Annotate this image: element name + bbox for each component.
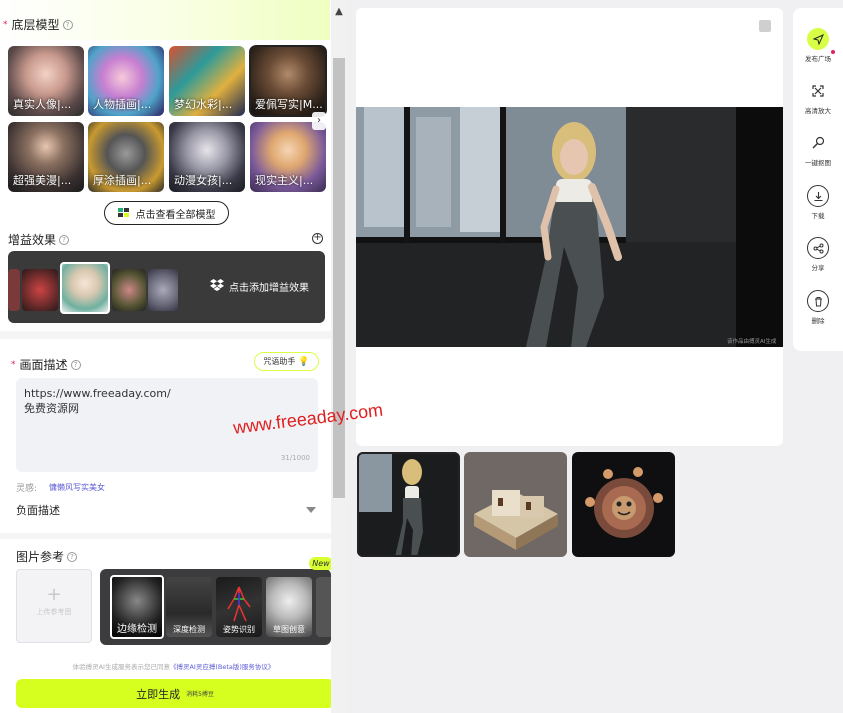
char-counter: 31/1000	[280, 454, 310, 462]
history-thumbnail-selected[interactable]	[357, 452, 460, 557]
chevron-right-icon[interactable]: ›	[312, 112, 326, 130]
model-card[interactable]: 动漫女孩|...	[169, 122, 245, 192]
boost-preview-card	[22, 269, 58, 311]
help-icon[interactable]: ?	[67, 551, 78, 562]
send-icon	[807, 28, 829, 50]
download-icon	[807, 185, 829, 207]
boost-preview-card	[60, 262, 110, 314]
grid-icon	[117, 208, 130, 218]
history-thumbnail[interactable]	[572, 452, 675, 557]
description-title: * 画面描述 ?	[11, 356, 81, 373]
model-card[interactable]: 真实人像|...	[8, 46, 84, 116]
trash-icon	[807, 290, 829, 312]
help-icon[interactable]: ?	[59, 234, 70, 245]
generated-image-art	[356, 107, 783, 347]
reference-title: 图片参考 ?	[16, 548, 78, 565]
boost-preview-card	[148, 269, 178, 311]
prompt-assistant-button[interactable]: 咒语助手 💡	[254, 352, 319, 371]
model-card[interactable]: 现实主义|...	[250, 122, 326, 192]
cutout-button[interactable]: 一键抠图	[793, 132, 843, 167]
control-modes: 边缘检测 深度检测 姿势识别 草图创意	[100, 569, 331, 645]
scroll-up-icon[interactable]: ▲	[331, 6, 347, 17]
fullscreen-icon[interactable]	[759, 20, 771, 32]
model-card-selected[interactable]: 爱佩写实|M...	[249, 45, 327, 117]
thumbnail-art	[464, 452, 567, 557]
control-edge-detect[interactable]: 边缘检测	[110, 575, 164, 639]
pose-skeleton-icon	[227, 586, 251, 622]
delete-button[interactable]: 删除	[793, 290, 843, 325]
upscale-button[interactable]: 高清放大	[793, 80, 843, 115]
boost-add-label: 点击添加增益效果	[210, 279, 309, 294]
upscale-icon	[807, 80, 829, 102]
agreement-link[interactable]: 《搏灵AI灵应搏(Beta版)服务协议》	[170, 663, 274, 671]
history-thumbnail[interactable]	[464, 452, 567, 557]
boost-preview-card	[8, 269, 20, 311]
generate-button[interactable]: 立即生成 消耗5搏豆	[16, 679, 334, 708]
control-pose-detect[interactable]: 姿势识别	[216, 577, 262, 637]
download-button[interactable]: 下载	[793, 185, 843, 220]
model-card[interactable]: 厚涂插画|...	[88, 122, 164, 192]
view-all-models-button[interactable]: 点击查看全部模型	[104, 201, 229, 225]
control-sketch[interactable]: 草图创意	[266, 577, 312, 637]
help-icon[interactable]: ?	[62, 19, 73, 30]
lightbulb-icon: 💡	[298, 356, 310, 367]
action-toolbar: 发布广场 高清放大 一键抠图 下载 分享 删除	[793, 8, 843, 351]
inspiration-label: 灵感:	[16, 484, 38, 494]
add-circle-icon[interactable]: +	[312, 233, 323, 244]
generated-image[interactable]	[356, 107, 783, 347]
negative-prompt-toggle[interactable]: 负面描述	[16, 502, 60, 518]
new-badge: New	[309, 557, 333, 570]
model-card[interactable]: 人物插画|...	[88, 46, 164, 116]
model-card[interactable]: 梦幻水彩|...	[169, 46, 245, 116]
upload-reference-button[interactable]: + 上传参考图	[16, 569, 92, 643]
base-model-title: * 底层模型 ?	[3, 16, 73, 33]
boost-effects-button[interactable]: 点击添加增益效果	[8, 251, 325, 323]
section-divider	[0, 533, 331, 539]
agreement-text: 体验搏灵AI生成服务表示您已同意《搏灵AI灵应搏(Beta版)服务协议》	[72, 663, 275, 671]
help-icon[interactable]: ?	[70, 359, 81, 370]
thumbnail-art	[572, 452, 675, 557]
caret-down-icon[interactable]	[306, 507, 316, 513]
notification-dot	[831, 50, 835, 54]
share-button[interactable]: 分享	[793, 237, 843, 272]
scrollbar-thumb[interactable]	[333, 58, 345, 498]
cutout-icon	[807, 132, 829, 154]
boost-preview-card	[112, 269, 146, 311]
settings-panel: * 底层模型 ? 真实人像|... 人物插画|... 梦幻水彩|... 爱佩写实…	[0, 0, 347, 713]
section-divider	[0, 331, 331, 339]
control-more[interactable]	[316, 577, 331, 637]
publish-button[interactable]: 发布广场	[793, 28, 843, 63]
ai-generated-note: 该作品由搏灵AI生成	[727, 339, 777, 345]
thumbnail-art	[357, 452, 460, 557]
control-depth-detect[interactable]: 深度检测	[166, 577, 212, 637]
model-card[interactable]: 超强美漫|...	[8, 122, 84, 192]
dropbox-icon	[210, 279, 224, 294]
plus-icon: +	[46, 584, 62, 605]
inspiration-tag[interactable]: 慵懒风写实美女	[49, 482, 105, 493]
share-icon	[807, 237, 829, 259]
boost-title: 增益效果 ?	[8, 231, 70, 248]
